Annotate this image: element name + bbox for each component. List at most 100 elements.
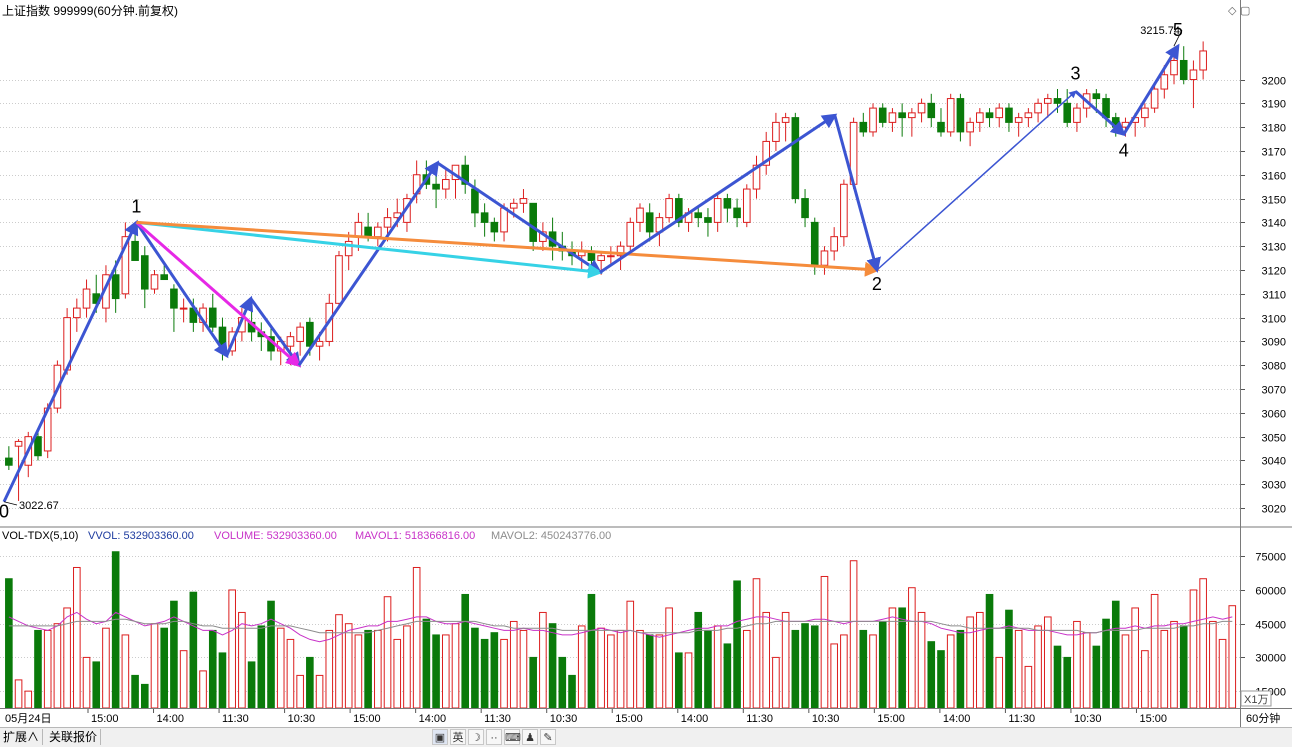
keyboard-icon[interactable]: ⌨ (504, 729, 521, 745)
volume-bar-up (325, 629, 334, 709)
time-label: 14:00 (419, 713, 447, 725)
user-icon[interactable]: ♟ (522, 729, 538, 745)
volume-bar-up (577, 625, 586, 709)
candle-up (1170, 59, 1178, 76)
price-tick-label: 3160 (1262, 171, 1286, 183)
wave-label: 0 (0, 502, 9, 522)
candle-up (840, 183, 848, 238)
candle-down (645, 212, 654, 233)
candle-down (985, 112, 994, 119)
volume-bar-up (762, 611, 771, 709)
price-tick-label: 3080 (1262, 361, 1286, 373)
mavol2-value: MAVOL2: 450243776.00 (491, 530, 611, 542)
diamond-icon[interactable]: ◇ (1228, 5, 1237, 17)
volume-bar-up (1131, 607, 1139, 709)
candle-up (597, 255, 605, 261)
candle-down (859, 121, 868, 133)
grid-icon[interactable]: ▣ (432, 729, 448, 745)
candle-up (665, 198, 673, 219)
candle-down (898, 112, 906, 119)
volume-bar-up (179, 650, 188, 709)
time-label: 11:30 (746, 713, 773, 725)
high-marker-label: 3215.74 (1140, 25, 1180, 37)
volume-bar-up (238, 611, 246, 709)
volume-bar-up (1014, 629, 1023, 709)
chart-title: 上证指数 999999(60分钟.前复权) (2, 3, 178, 18)
time-label: 10:30 (288, 713, 316, 725)
volume-bar-down (267, 600, 275, 709)
candle-up (946, 98, 955, 133)
candle-down (1063, 102, 1072, 123)
volume-bar-up (500, 638, 508, 709)
time-label: 10:30 (812, 713, 840, 725)
volume-bar-down (810, 625, 819, 709)
price-tick-label: 3110 (1262, 290, 1286, 302)
volume-bar-down (985, 593, 994, 709)
volume-value: VOLUME: 532903360.00 (214, 530, 337, 542)
moon-icon[interactable]: ☽ (468, 729, 484, 745)
volume-bar-up (869, 634, 877, 709)
candle-up (917, 102, 926, 114)
volume-bar-up (655, 634, 664, 709)
candle-down (34, 436, 42, 457)
volume-bar-up (315, 674, 324, 709)
candle-up (1034, 102, 1042, 114)
time-label: 10:30 (550, 713, 578, 725)
volume-bar-down (723, 643, 732, 709)
volume-bar-up (73, 566, 81, 709)
price-tick-label: 3170 (1262, 147, 1286, 159)
low-marker-label: 3022.67 (19, 500, 59, 512)
volume-bar-down (1063, 656, 1072, 709)
chart-canvas[interactable]: 012345 302030303040305030603070308030903… (0, 0, 1292, 727)
dots-icon[interactable]: ·· (486, 729, 502, 745)
volume-tick-label: 45000 (1255, 620, 1286, 632)
wrench-icon[interactable]: ✎ (540, 729, 556, 745)
price-tick-label: 3190 (1262, 99, 1286, 111)
wave-label: 2 (872, 274, 882, 294)
restore-icon[interactable]: ▢ (1240, 5, 1250, 17)
volume-bar-up (713, 625, 722, 709)
volume-bar-down (558, 656, 567, 709)
volume-bar-up (14, 679, 23, 709)
volume-bar-down (140, 683, 149, 709)
volume-bar-up (917, 611, 926, 709)
candle-down (1179, 59, 1188, 81)
volume-bar-down (422, 618, 431, 709)
volume-bar-up (616, 629, 625, 709)
candle-down (160, 274, 169, 281)
time-label: 14:00 (681, 713, 709, 725)
vvol-value: VVOL: 532903360.00 (88, 530, 194, 542)
volume-bar-up (296, 674, 304, 709)
volume-bar-up (636, 629, 644, 709)
candle-up (1014, 117, 1023, 123)
volume-bar-up (412, 566, 421, 709)
candle-up (286, 336, 295, 347)
candle-down (1005, 107, 1013, 123)
volume-bar-up (519, 629, 528, 709)
candle-up (995, 107, 1004, 119)
mavol1-value: MAVOL1: 518366816.00 (355, 530, 475, 542)
time-label: 14:00 (157, 713, 185, 725)
volume-bar-down (461, 593, 470, 709)
candle-down (490, 221, 499, 233)
volume-bar-down (645, 634, 654, 709)
volume-bar-up (199, 670, 207, 709)
volume-bar-up (1150, 593, 1159, 709)
price-tick-label: 3140 (1262, 218, 1286, 230)
tab-related-quotes[interactable]: 关联报价 (46, 729, 102, 745)
candle-down (480, 212, 489, 223)
volume-bar-up (1034, 625, 1042, 709)
candle-up (82, 288, 91, 309)
candle-down (1053, 98, 1062, 104)
tab-expand[interactable]: 扩展∧ (0, 729, 44, 745)
candle-down (111, 274, 120, 300)
volume-bar-down (587, 593, 596, 709)
candle-up (383, 217, 392, 228)
time-label: 14:00 (943, 713, 971, 725)
wave-label: 4 (1119, 140, 1129, 160)
candle-up (14, 440, 23, 447)
period-label[interactable]: 60分钟 (1246, 711, 1280, 725)
volume-bar-up (24, 690, 33, 709)
english-icon[interactable]: 英 (450, 729, 466, 745)
candle-down (878, 107, 887, 123)
